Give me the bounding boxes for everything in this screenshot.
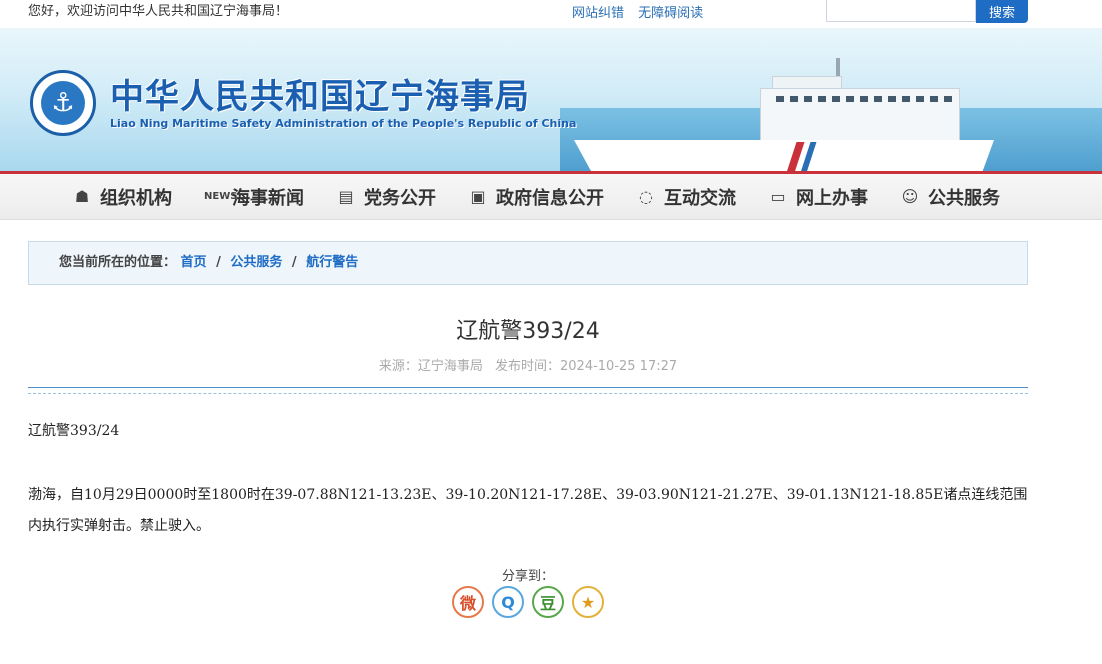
- breadcrumb-separator: /: [216, 255, 221, 270]
- welcome-text: 您好，欢迎访问中华人民共和国辽宁海事局！: [28, 4, 289, 19]
- article-divider: [28, 387, 1028, 394]
- breadcrumb: 您当前所在的位置： 首页 / 公共服务 / 航行警告: [28, 241, 1028, 285]
- document-icon: ▣: [470, 187, 486, 206]
- weibo-icon[interactable]: 微: [452, 586, 484, 618]
- article-source: 来源：辽宁海事局: [378, 359, 483, 374]
- nav-item-news[interactable]: NEWS 海事新闻: [204, 185, 304, 209]
- article-meta: 来源：辽宁海事局 发布时间：2024-10-25 17:27: [28, 355, 1028, 374]
- article-published: 发布时间：2024-10-25 17:27: [495, 359, 678, 374]
- site-correction-link[interactable]: 网站纠错: [572, 6, 624, 21]
- chat-icon: ◌: [639, 187, 653, 206]
- search-input[interactable]: [826, 0, 976, 22]
- accessibility-link[interactable]: 无障碍阅读: [638, 6, 703, 21]
- nav-item-gov-info[interactable]: ▣ 政府信息公开: [468, 185, 604, 209]
- top-links: 网站纠错 无障碍阅读: [572, 2, 713, 21]
- nav-item-label: 海事新闻: [232, 188, 304, 209]
- msa-logo[interactable]: ⚓: [30, 70, 96, 136]
- main-nav: ☗ 组织机构 NEWS 海事新闻 ▤ 党务公开 ▣ 政府信息公开 ◌ 互动交流 …: [0, 171, 1102, 220]
- nav-item-label: 党务公开: [364, 188, 436, 209]
- nav-item-label: 公共服务: [928, 188, 1000, 209]
- nav-item-interaction[interactable]: ◌ 互动交流: [636, 185, 736, 209]
- nav-item-public-service[interactable]: ☺ 公共服务: [900, 185, 1000, 209]
- ship-windows: [776, 96, 956, 102]
- douban-icon[interactable]: 豆: [532, 586, 564, 618]
- qq-icon[interactable]: Q: [492, 586, 524, 618]
- star-icon[interactable]: ★: [572, 586, 604, 618]
- top-bar: 您好，欢迎访问中华人民共和国辽宁海事局！ 网站纠错 无障碍阅读 搜索: [0, 0, 1102, 24]
- breadcrumb-prefix: 您当前所在的位置：: [59, 255, 177, 270]
- nav-item-label: 互动交流: [664, 188, 736, 209]
- org-chart-icon: ☗: [74, 187, 90, 206]
- nav-item-label: 网上办事: [796, 188, 868, 209]
- site-banner: ⚓ 中华人民共和国辽宁海事局 Liao Ning Maritime Safety…: [0, 28, 1102, 171]
- book-icon: ▤: [338, 187, 354, 206]
- nav-item-party[interactable]: ▤ 党务公开: [336, 185, 436, 209]
- service-icon: ☺: [901, 187, 919, 206]
- share-label: 分享到：: [501, 569, 554, 584]
- breadcrumb-home[interactable]: 首页: [181, 255, 207, 270]
- nav-item-label: 组织机构: [100, 188, 172, 209]
- news-icon: NEWS: [204, 191, 238, 202]
- ship-hull: [574, 140, 994, 171]
- nav-item-label: 政府信息公开: [496, 188, 604, 209]
- site-subtitle: Liao Ning Maritime Safety Administration…: [110, 117, 577, 130]
- site-title: 中华人民共和国辽宁海事局: [110, 77, 530, 117]
- nav-item-org[interactable]: ☗ 组织机构: [72, 185, 172, 209]
- breadcrumb-navigation-warning[interactable]: 航行警告: [306, 255, 358, 270]
- breadcrumb-public-service[interactable]: 公共服务: [230, 255, 282, 270]
- search-button[interactable]: 搜索: [976, 0, 1028, 23]
- share-buttons: 微 Q 豆 ★: [452, 586, 612, 618]
- monitor-icon: ▭: [770, 187, 786, 206]
- anchor-icon: ⚓: [41, 81, 85, 125]
- article-title: 辽航警393/24: [456, 319, 600, 344]
- article-paragraph: 辽航警393/24: [28, 423, 120, 439]
- article-paragraph: 渤海，自10月29日0000时至1800时在39-07.88N121-13.23…: [28, 487, 1028, 534]
- breadcrumb-separator: /: [291, 255, 297, 270]
- nav-item-online-service[interactable]: ▭ 网上办事: [768, 185, 868, 209]
